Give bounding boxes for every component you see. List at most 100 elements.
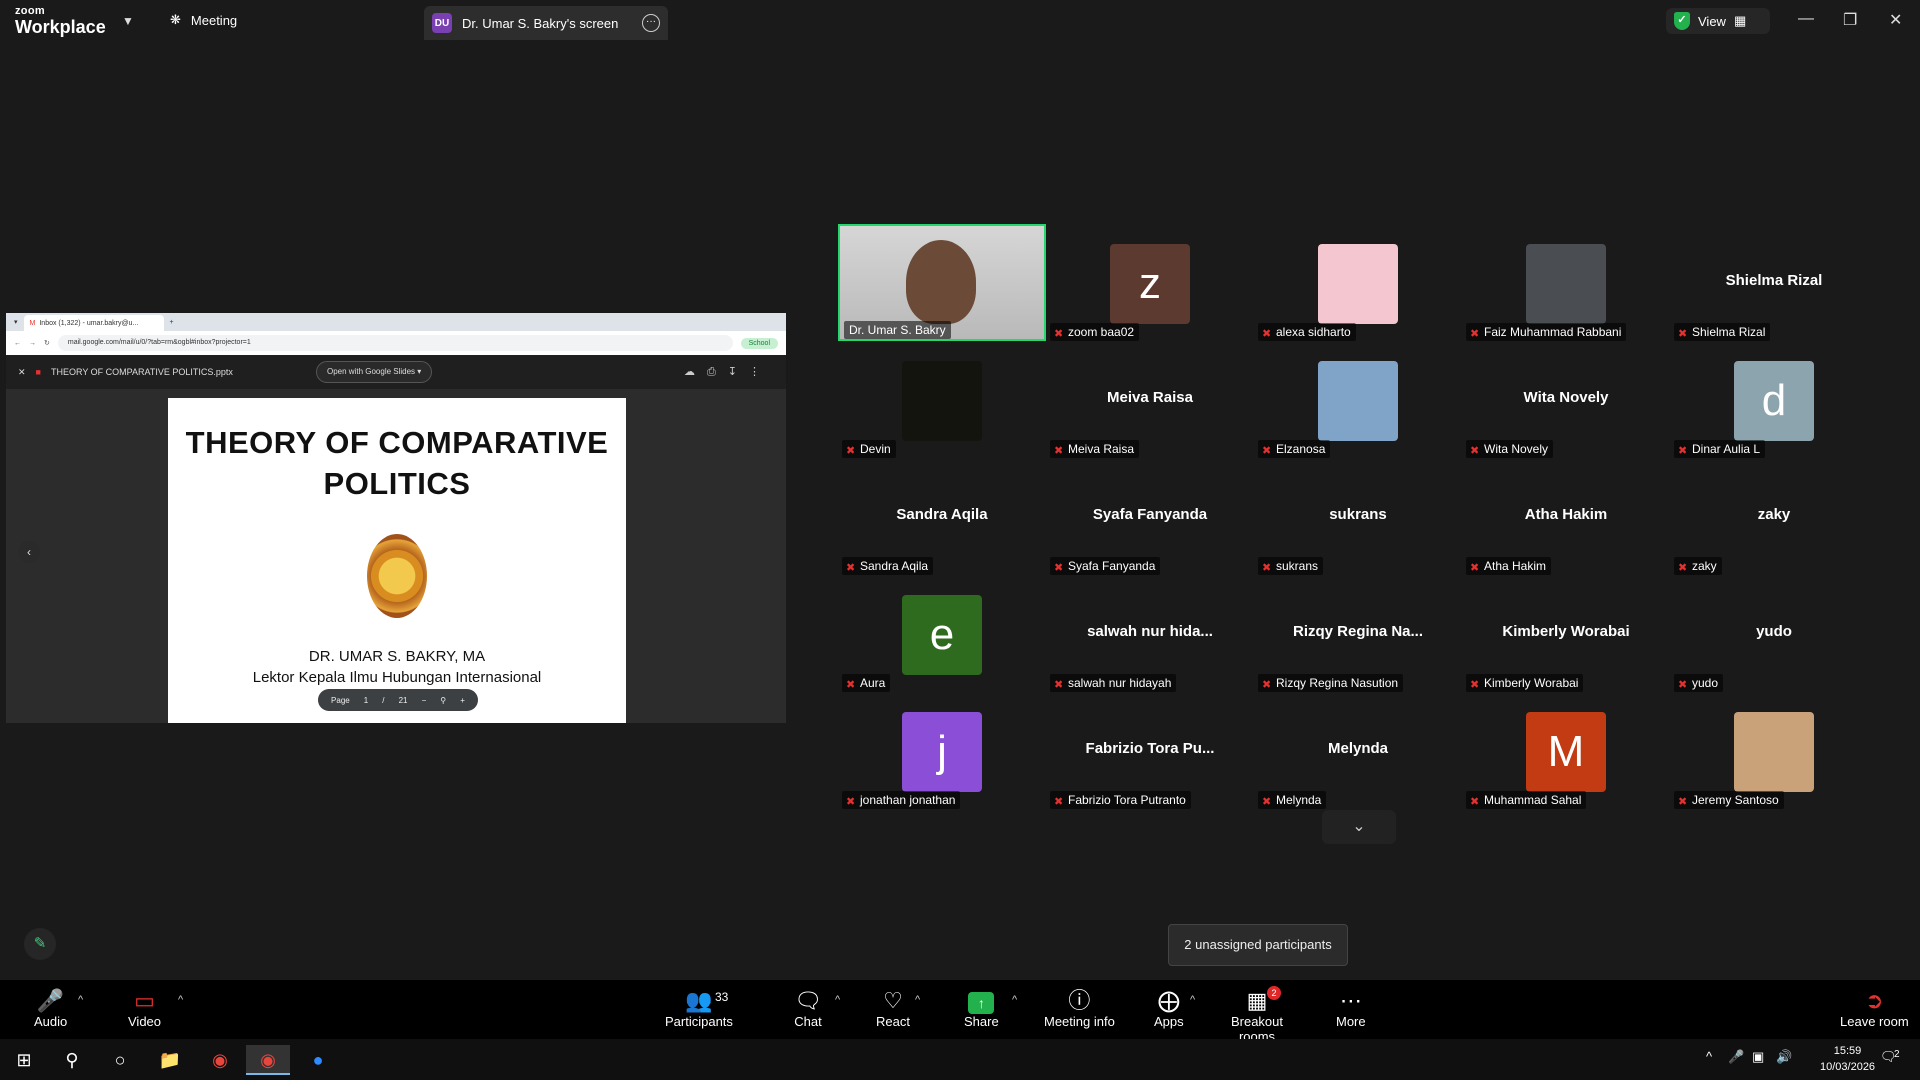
page-current[interactable]: 1: [364, 696, 368, 705]
participant-picture: [1318, 244, 1398, 324]
audio-options-icon[interactable]: ^: [78, 994, 83, 1006]
back-icon[interactable]: ←: [14, 340, 21, 347]
more-button[interactable]: ⋯ More: [1336, 988, 1366, 1029]
participant-tile[interactable]: zaky ✖ zaky: [1670, 458, 1878, 575]
chrome-active-icon[interactable]: ◉: [246, 1045, 290, 1075]
participant-tile[interactable]: sukrans ✖ sukrans: [1254, 458, 1462, 575]
volume-icon[interactable]: 🔊: [1776, 1049, 1792, 1065]
participant-tile[interactable]: ✖ Devin: [838, 341, 1046, 458]
more-options-icon[interactable]: ···: [642, 14, 660, 32]
leave-room-button[interactable]: ➲ Leave room: [1840, 988, 1909, 1029]
meeting-info-button[interactable]: ⓘ Meeting info: [1044, 988, 1115, 1029]
shield-icon[interactable]: ✓: [1674, 12, 1690, 30]
participant-tile[interactable]: Wita Novely ✖ Wita Novely: [1462, 341, 1670, 458]
video-button[interactable]: ▭ Video: [128, 988, 161, 1029]
react-options-icon[interactable]: ^: [915, 994, 920, 1006]
participant-tile[interactable]: j ✖ jonathan jonathan: [838, 692, 1046, 809]
presentation-slide: THEORY OF COMPARATIVE POLITICS DR. UMAR …: [168, 398, 626, 723]
participant-name: jonathan jonathan: [860, 793, 956, 807]
previous-icon[interactable]: ‹: [18, 541, 40, 563]
participant-tile[interactable]: Syafa Fanyanda ✖ Syafa Fanyanda: [1046, 458, 1254, 575]
page-total: 21: [398, 695, 408, 705]
breakout-rooms-button[interactable]: ▦ 2 Breakout rooms: [1215, 986, 1299, 1044]
scroll-down-icon[interactable]: ⌄: [1322, 810, 1396, 844]
restore-icon[interactable]: ❐: [1843, 10, 1857, 30]
annotate-icon[interactable]: ✎: [24, 928, 56, 960]
meeting-tab[interactable]: ❋ Meeting: [170, 12, 237, 28]
participant-tile[interactable]: Melynda ✖ Melynda: [1254, 692, 1462, 809]
close-icon[interactable]: ✕: [1889, 10, 1902, 30]
participant-tile[interactable]: Rizqy Regina Na... ✖ Rizqy Regina Nasution: [1254, 575, 1462, 692]
participant-tile[interactable]: ✖ Faiz Muhammad Rabbani: [1462, 224, 1670, 341]
chat-options-icon[interactable]: ^: [835, 994, 840, 1006]
forward-icon[interactable]: →: [29, 340, 36, 347]
participant-tile[interactable]: ✖ Elzanosa: [1254, 341, 1462, 458]
participant-tile[interactable]: salwah nur hida... ✖ salwah nur hidayah: [1046, 575, 1254, 692]
zoom-in-icon[interactable]: +: [460, 696, 465, 705]
zoom-taskbar-icon[interactable]: ●: [296, 1045, 340, 1075]
apps-button[interactable]: ⨁ Apps: [1154, 988, 1184, 1029]
participant-tile[interactable]: yudo ✖ yudo: [1670, 575, 1878, 692]
screen-share-tab[interactable]: DU Dr. Umar S. Bakry's screen ···: [424, 6, 668, 40]
profile-chip[interactable]: School: [740, 337, 778, 349]
tray-overflow-icon[interactable]: ^: [1706, 1049, 1712, 1064]
participant-tile[interactable]: Atha Hakim ✖ Atha Hakim: [1462, 458, 1670, 575]
view-menu[interactable]: ✓ View ▦: [1666, 8, 1770, 34]
audio-button[interactable]: 🎤 Audio: [34, 988, 67, 1029]
share-icon: ↑: [964, 988, 999, 1014]
slide-subtitle: Lektor Kepala Ilmu Hubungan Internasiona…: [252, 669, 542, 686]
chevron-down-icon[interactable]: ▼: [122, 14, 134, 28]
participant-avatar: z: [1110, 244, 1190, 324]
participant-tile[interactable]: ✖ Jeremy Santoso: [1670, 692, 1878, 809]
participant-tile[interactable]: ✖ alexa sidharto: [1254, 224, 1462, 341]
reload-icon[interactable]: ↻: [44, 339, 50, 347]
mic-muted-icon: 🎤: [36, 988, 65, 1013]
participant-display-name: zaky: [1757, 506, 1791, 523]
participant-name-tag: ✖ Wita Novely: [1466, 440, 1554, 458]
apps-options-icon[interactable]: ^: [1190, 994, 1195, 1006]
participant-tile[interactable]: Kimberly Worabai ✖ Kimberly Worabai: [1462, 575, 1670, 692]
search-icon[interactable]: ⚲: [50, 1045, 94, 1075]
participant-avatar: M: [1526, 712, 1606, 792]
network-icon[interactable]: ▣: [1752, 1049, 1764, 1065]
file-explorer-icon[interactable]: 📁: [148, 1045, 192, 1075]
participant-tile[interactable]: Fabrizio Tora Pu... ✖ Fabrizio Tora Putran…: [1046, 692, 1254, 809]
video-options-icon[interactable]: ^: [178, 994, 183, 1006]
participant-tile[interactable]: M ✖ Muhammad Sahal: [1462, 692, 1670, 809]
viewer-actions[interactable]: ☁⎙↧⋮: [684, 365, 772, 379]
zoom-logo[interactable]: zoom Workplace: [15, 6, 106, 37]
participant-display-name: yudo: [1756, 623, 1792, 640]
share-button[interactable]: ↑ Share: [964, 988, 999, 1029]
participant-tile[interactable]: Dr. Umar S. Bakry: [838, 224, 1046, 341]
participant-tile[interactable]: d ✖ Dinar Aulia L: [1670, 341, 1878, 458]
open-with-button[interactable]: Open with Google Slides ▾: [316, 361, 433, 383]
zoom-out-icon[interactable]: −: [422, 696, 427, 705]
close-viewer-icon[interactable]: ✕: [18, 367, 26, 378]
chat-button[interactable]: 🗨 Chat: [794, 988, 822, 1029]
mic-tray-icon[interactable]: 🎤: [1728, 1049, 1744, 1065]
clock[interactable]: 15:59 10/03/2026: [1820, 1043, 1875, 1075]
share-options-icon[interactable]: ^: [1012, 994, 1017, 1006]
participant-tile[interactable]: Shielma Rizal ✖ Shielma Rizal: [1670, 224, 1878, 341]
windows-start-icon[interactable]: ⊞: [2, 1045, 46, 1075]
participant-tile[interactable]: Sandra Aqila ✖ Sandra Aqila: [838, 458, 1046, 575]
participant-tile[interactable]: e ✖ Aura: [838, 575, 1046, 692]
new-tab-icon[interactable]: +: [170, 319, 174, 326]
address-bar[interactable]: mail.google.com/mail/u/0/?tab=rm&ogbl#in…: [57, 335, 733, 351]
task-view-icon[interactable]: ○: [98, 1045, 142, 1075]
open-with-label: Open with Google Slides: [327, 367, 416, 376]
participant-name: Elzanosa: [1276, 442, 1326, 456]
page-controls[interactable]: Page 1 / 21 − ⚲ +: [318, 689, 478, 711]
browser-tab[interactable]: M Inbox (1,322) - umar.bakry@u...: [23, 315, 164, 331]
participant-tile[interactable]: Meiva Raisa ✖ Meiva Raisa: [1046, 341, 1254, 458]
participants-button[interactable]: 👥 33 Participants: [665, 988, 733, 1029]
react-button[interactable]: ♡ React: [876, 988, 910, 1029]
participant-name: Shielma Rizal: [1692, 325, 1766, 339]
chrome-icon[interactable]: ◉: [198, 1045, 242, 1075]
minimize-icon[interactable]: —: [1798, 10, 1814, 28]
participant-tile[interactable]: z ✖ zoom baa02: [1046, 224, 1254, 341]
more-label: More: [1336, 1014, 1366, 1029]
participant-display-name: Sandra Aqila: [896, 506, 988, 523]
chevron-down-icon[interactable]: ▾: [14, 318, 18, 326]
zoom-icon[interactable]: ⚲: [440, 696, 446, 705]
